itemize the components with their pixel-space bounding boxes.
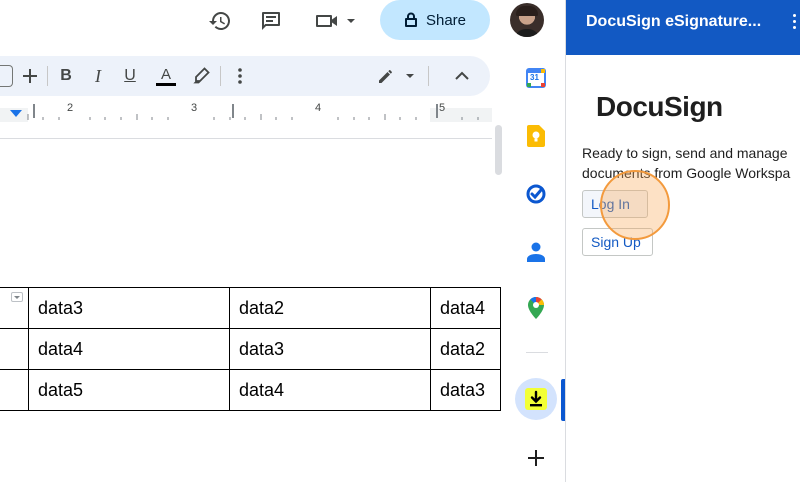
- table-row: data5 data4 data3: [0, 369, 501, 411]
- panel-more-icon[interactable]: [790, 14, 798, 34]
- ruler-label: 5: [439, 102, 446, 114]
- side-rail: 31: [510, 56, 565, 482]
- keep-icon[interactable]: [524, 124, 548, 148]
- comment-icon[interactable]: [258, 8, 284, 34]
- table-cell[interactable]: data3: [430, 369, 501, 411]
- bold-button[interactable]: B: [56, 64, 76, 88]
- history-icon[interactable]: [207, 8, 233, 34]
- top-bar: Share: [0, 0, 565, 56]
- underline-button[interactable]: U: [120, 64, 140, 88]
- share-label: Share: [425, 11, 467, 29]
- more-icon[interactable]: [232, 64, 248, 88]
- panel-description: Ready to sign, send and manage documents…: [582, 143, 800, 183]
- docusign-logo: DocuSign: [596, 91, 723, 122]
- plus-icon[interactable]: [20, 64, 40, 88]
- ruler-label: 4: [315, 102, 322, 114]
- table-cell[interactable]: data3: [229, 328, 431, 370]
- toolbar-divider: [220, 66, 221, 86]
- download-addon-button[interactable]: [515, 378, 557, 420]
- italic-button[interactable]: I: [88, 64, 108, 88]
- calendar-day: 31: [530, 73, 539, 82]
- font-size-box[interactable]: [0, 65, 13, 87]
- table-cell[interactable]: data3: [28, 287, 230, 329]
- text-color-button[interactable]: A: [154, 64, 178, 88]
- lock-icon: [404, 12, 417, 27]
- ruler-divider: [0, 138, 492, 139]
- text-color-icon: A: [160, 65, 171, 83]
- data-table: data3 data2 data4 data4 data3 data2 data…: [0, 287, 501, 411]
- table-cell[interactable]: data4: [28, 328, 230, 370]
- avatar[interactable]: [510, 3, 544, 37]
- cell-menu-handle[interactable]: [11, 292, 23, 302]
- editing-mode-icon[interactable]: [376, 64, 416, 88]
- meet-icon[interactable]: [314, 8, 358, 34]
- ruler-label: 2: [67, 102, 74, 114]
- login-button[interactable]: Log In: [582, 190, 648, 218]
- table-cell[interactable]: data4: [229, 369, 431, 411]
- panel-description-line: Ready to sign, send and manage: [582, 145, 788, 161]
- share-button[interactable]: Share: [380, 0, 490, 40]
- panel-description-line: documents from Google Workspa: [582, 165, 791, 181]
- table-cell[interactable]: data2: [430, 328, 501, 370]
- table-row: data3 data2 data4: [0, 287, 501, 329]
- download-addon-icon: [525, 388, 547, 410]
- toolbar-divider: [47, 66, 48, 86]
- ruler-label: 3: [191, 102, 198, 114]
- ruler: 2 3 4 5: [0, 100, 492, 124]
- table-row: data4 data3 data2: [0, 328, 501, 370]
- format-toolbar: B I U A: [0, 56, 490, 96]
- panel-title: DocuSign eSignature...: [586, 13, 762, 30]
- highlight-icon[interactable]: [190, 64, 212, 88]
- addon-side-panel: DocuSign eSignature... DocuSign Ready to…: [565, 0, 800, 482]
- table-cell[interactable]: data5: [28, 369, 230, 411]
- table-cell[interactable]: data2: [229, 287, 431, 329]
- table-cell[interactable]: [0, 369, 29, 411]
- document-scrollbar[interactable]: [495, 125, 502, 175]
- contacts-icon[interactable]: [524, 240, 548, 264]
- table-cell[interactable]: data4: [430, 287, 501, 329]
- calendar-icon[interactable]: 31: [524, 66, 548, 90]
- toolbar-divider: [428, 66, 429, 86]
- table-cell[interactable]: [0, 328, 29, 370]
- signup-button[interactable]: Sign Up: [582, 228, 653, 256]
- rail-divider: [526, 352, 548, 353]
- tasks-icon[interactable]: [524, 182, 548, 206]
- panel-header: DocuSign eSignature...: [566, 0, 800, 55]
- add-icon[interactable]: [524, 446, 548, 470]
- maps-icon[interactable]: [524, 296, 548, 320]
- collapse-icon[interactable]: [452, 64, 472, 88]
